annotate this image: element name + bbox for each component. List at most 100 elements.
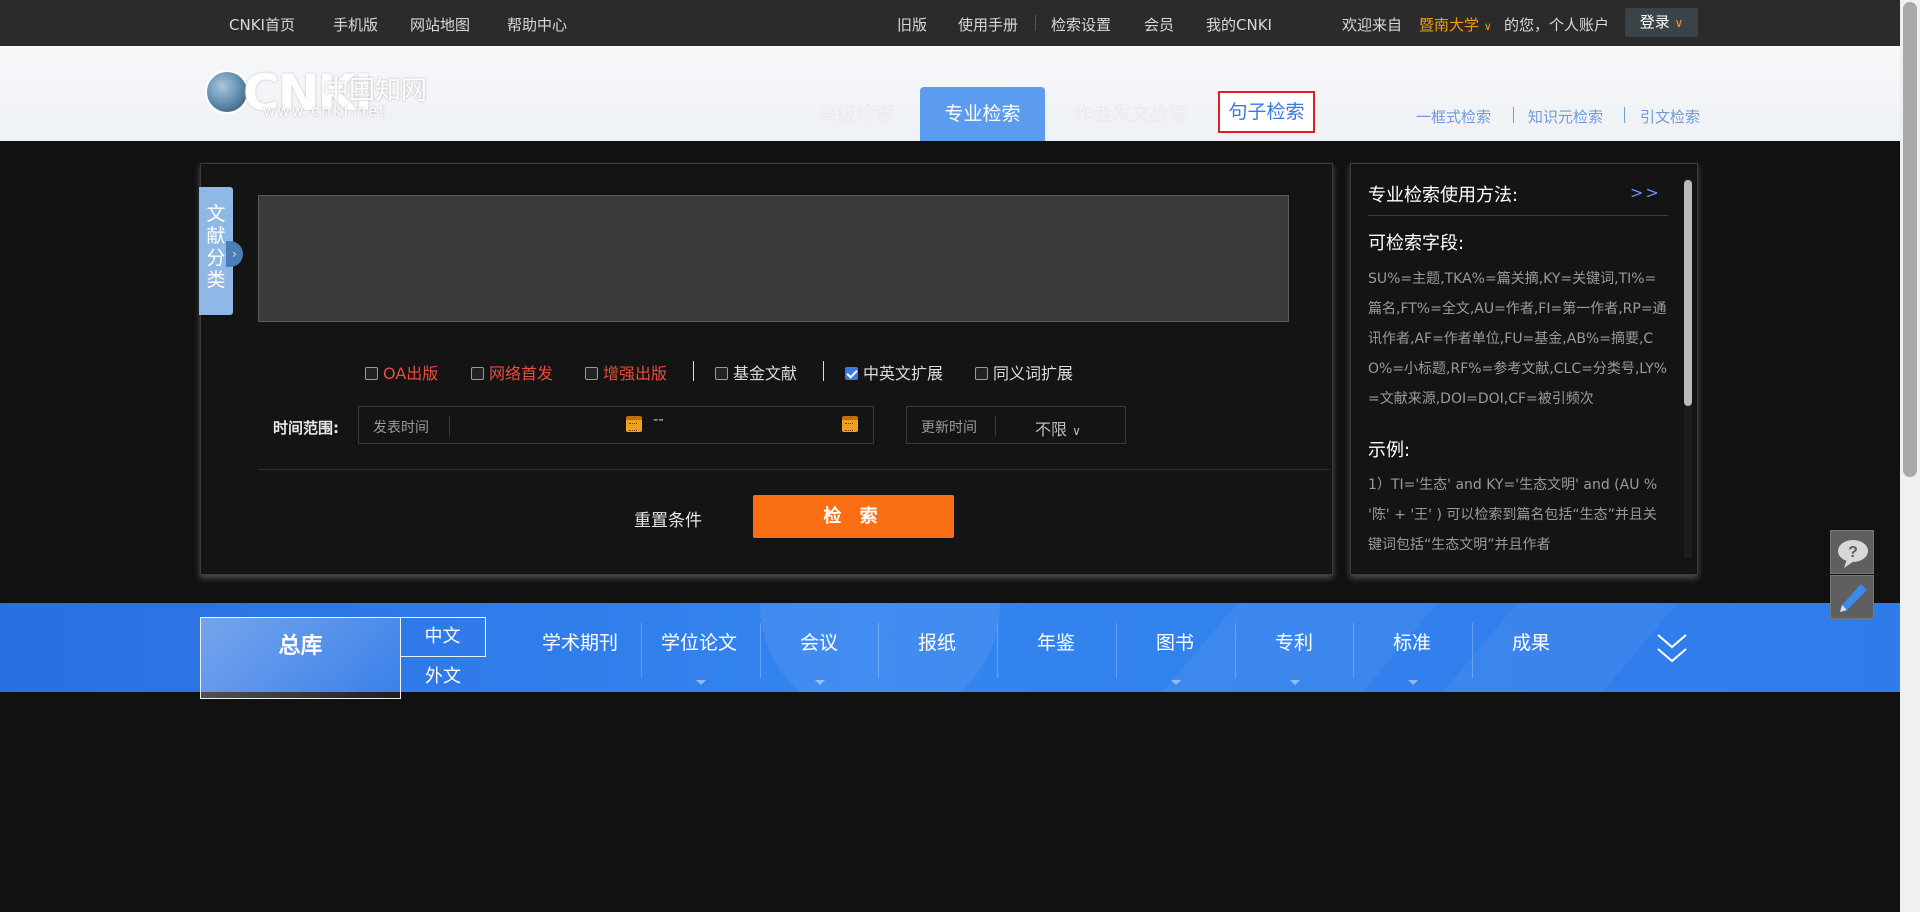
search-button[interactable]: 检 索: [753, 495, 954, 538]
option-label: 同义词扩展: [993, 364, 1074, 383]
db-divider: [1353, 623, 1354, 678]
checkbox[interactable]: [585, 367, 598, 380]
cnki-logo[interactable]: CNKI 中国知网 www.cnki.net: [205, 64, 435, 122]
caret-down-icon: [1290, 680, 1300, 685]
decoration: [760, 603, 1000, 692]
tab-author-search[interactable]: 作者发文检索: [1074, 87, 1188, 141]
svg-text:?: ?: [1848, 544, 1858, 561]
option-label: OA出版: [383, 364, 439, 383]
option-label: 网络首发: [489, 364, 554, 383]
caret-down-icon: [696, 680, 706, 685]
db-books[interactable]: 图书: [1156, 628, 1194, 655]
pencil-icon: [1840, 584, 1867, 612]
db-divider: [1116, 623, 1117, 678]
cnki-home-link[interactable]: CNKI首页: [229, 14, 295, 35]
db-newspapers[interactable]: 报纸: [918, 628, 956, 655]
old-version-link[interactable]: 旧版: [897, 14, 927, 35]
db-divider: [760, 623, 761, 678]
db-achievements[interactable]: 成果: [1512, 628, 1550, 655]
help-scrollbar-thumb[interactable]: [1684, 180, 1692, 406]
header-divider: [1624, 107, 1625, 123]
chinese-button[interactable]: 中文: [400, 617, 486, 657]
sitemap-link[interactable]: 网站地图: [410, 14, 470, 35]
login-label: 登录: [1639, 13, 1670, 31]
help-divider: [1368, 215, 1668, 216]
expand-double-chevron-icon[interactable]: [1656, 631, 1688, 665]
help-bubble-button[interactable]: ?: [1830, 530, 1874, 574]
option-synonym-expand[interactable]: 同义词扩展: [975, 360, 1073, 384]
option-cn-en-expand[interactable]: 中英文扩展: [845, 360, 943, 384]
option-label: 增强出版: [603, 364, 668, 383]
update-time-label: 更新时间: [921, 420, 977, 436]
checkbox[interactable]: [715, 367, 728, 380]
page-scrollbar-thumb[interactable]: [1903, 2, 1917, 477]
option-divider: [823, 361, 824, 381]
reset-button[interactable]: 重置条件: [634, 506, 702, 531]
tab-sentence-search[interactable]: 句子检索: [1218, 91, 1315, 133]
start-date-input[interactable]: [452, 412, 622, 438]
my-cnki-link[interactable]: 我的CNKI: [1206, 14, 1272, 35]
db-divider: [878, 623, 879, 678]
db-conferences[interactable]: 会议: [800, 628, 838, 655]
manual-link[interactable]: 使用手册: [958, 14, 1018, 35]
member-link[interactable]: 会员: [1144, 14, 1174, 35]
fields-text: SU%=主题,TKA%=篇关摘,KY=关键词,TI%=篇名,FT%=全文,AU=…: [1368, 271, 1668, 407]
checkbox-checked[interactable]: [845, 367, 858, 380]
welcome-text: 欢迎来自: [1342, 16, 1403, 34]
foreign-button[interactable]: 外文: [400, 657, 486, 697]
chevron-down-icon: ∨: [1483, 20, 1492, 33]
db-patents[interactable]: 专利: [1275, 628, 1313, 655]
calendar-icon[interactable]: [842, 416, 858, 432]
caret-down-icon: [1171, 680, 1181, 685]
db-yearbooks[interactable]: 年鉴: [1037, 628, 1075, 655]
checkbox[interactable]: [471, 367, 484, 380]
option-label: 基金文献: [733, 364, 798, 383]
field-divider: [449, 416, 450, 436]
help-more-link[interactable]: >>: [1630, 183, 1661, 202]
db-divider: [641, 623, 642, 678]
logo-url: www.cnki.net: [263, 102, 388, 120]
help-title: 专业检索使用方法:: [1368, 185, 1519, 206]
header-divider: [1513, 107, 1514, 123]
chevron-down-icon: ∨: [1674, 16, 1684, 30]
option-online-first[interactable]: 网络首发: [471, 360, 553, 384]
knowledge-search-link[interactable]: 知识元检索: [1528, 106, 1603, 127]
decoration: [1442, 603, 1678, 692]
university-name[interactable]: 暨南大学 ∨: [1419, 14, 1492, 35]
total-database-button[interactable]: 总库: [200, 617, 401, 699]
help-center-link[interactable]: 帮助中心: [507, 14, 567, 35]
account-text: 的您，个人账户: [1504, 16, 1610, 34]
calendar-icon[interactable]: [626, 416, 642, 432]
query-input[interactable]: [258, 195, 1289, 322]
mobile-link[interactable]: 手机版: [333, 14, 378, 35]
option-fund[interactable]: 基金文献: [715, 360, 797, 384]
top-bar: CNKI首页 手机版 网站地图 帮助中心 旧版 使用手册 检索设置 会员 我的C…: [0, 0, 1900, 46]
topbar-divider: [1035, 15, 1036, 31]
db-theses[interactable]: 学位论文: [661, 628, 737, 655]
db-divider: [1472, 623, 1473, 678]
chevron-down-icon: ∨: [1072, 424, 1081, 438]
feedback-edit-button[interactable]: [1830, 575, 1874, 619]
panel-divider: [258, 469, 1330, 470]
db-standards[interactable]: 标准: [1393, 628, 1431, 655]
tab-professional-search[interactable]: 专业检索: [920, 87, 1045, 141]
checkbox[interactable]: [975, 367, 988, 380]
db-journals[interactable]: 学术期刊: [542, 628, 618, 655]
update-time-group: 更新时间 不限 ∨: [906, 406, 1126, 444]
search-settings-link[interactable]: 检索设置: [1051, 14, 1111, 35]
field-divider: [995, 416, 996, 436]
update-time-select[interactable]: 不限 ∨: [1035, 416, 1081, 440]
caret-down-icon: [1408, 680, 1418, 685]
checkbox[interactable]: [365, 367, 378, 380]
option-divider: [693, 361, 694, 381]
one-box-search-link[interactable]: 一框式检索: [1416, 106, 1491, 127]
tab-advanced-search[interactable]: 高级检索: [818, 87, 894, 141]
option-oa[interactable]: OA出版: [365, 360, 438, 384]
university-label: 暨南大学: [1419, 16, 1480, 34]
example-title: 示例:: [1368, 440, 1411, 461]
login-button[interactable]: 登录 ∨: [1625, 8, 1698, 37]
citation-search-link[interactable]: 引文检索: [1640, 106, 1700, 127]
date-separator: --: [653, 410, 664, 428]
end-date-input[interactable]: [672, 412, 832, 438]
option-enhanced[interactable]: 增强出版: [585, 360, 667, 384]
